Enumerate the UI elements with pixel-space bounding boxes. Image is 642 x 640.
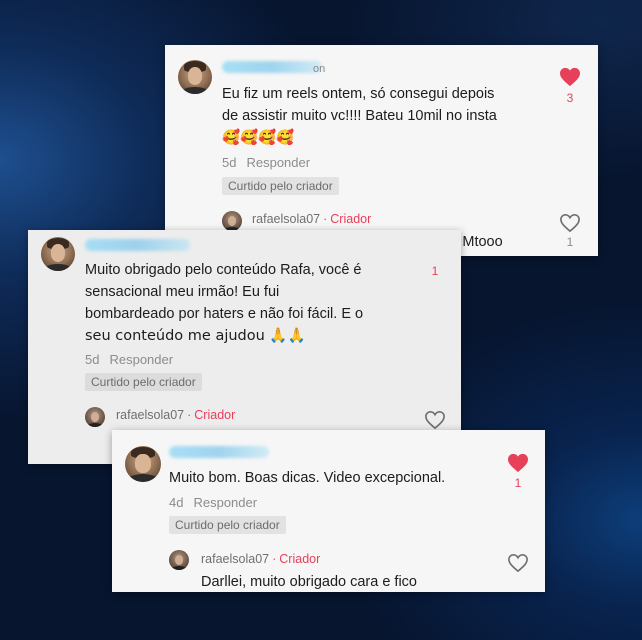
separator-dot: · [187, 408, 192, 422]
creator-badge: Criador [279, 552, 321, 566]
heart-filled-icon[interactable] [559, 67, 581, 87]
like-count: 3 [566, 91, 574, 105]
comment-time: 5d [85, 352, 100, 367]
reply-button[interactable]: Responder [246, 155, 310, 170]
reply-button[interactable]: Responder [109, 352, 173, 367]
comment-text: Muito bom. Boas dicas. Video excepcional… [169, 470, 446, 486]
comment-text: Eu fiz um reels ontem, só consegui depoi… [222, 83, 497, 149]
comment-card-2: Muito obrigado pelo conteúdo Rafa, você … [28, 230, 461, 464]
comment-time: 4d [169, 495, 184, 510]
avatar[interactable] [41, 237, 75, 271]
liked-by-creator-badge: Curtido pelo criador [222, 177, 339, 195]
comment-meta: 5d Responder [85, 352, 173, 367]
like-count: 1 [514, 476, 522, 490]
separator-dot: · [272, 552, 277, 566]
creator-avatar[interactable] [169, 550, 189, 570]
comment-meta: 4d Responder [169, 495, 257, 510]
blurred-username [85, 239, 190, 251]
blurred-username [169, 446, 269, 458]
heart-outline-icon[interactable] [507, 553, 529, 573]
creator-name-line: rafaelsola07 · Criador [252, 212, 371, 226]
creator-avatar[interactable] [222, 211, 242, 231]
creator-username[interactable]: rafaelsola07 [252, 212, 320, 226]
liked-by-creator-badge: Curtido pelo criador [85, 373, 202, 391]
reply-button[interactable]: Responder [193, 495, 257, 510]
creator-avatar[interactable] [85, 407, 105, 427]
liked-by-creator-badge: Curtido pelo criador [169, 516, 286, 534]
emoji-line: 🥰🥰🥰🥰 [222, 130, 295, 146]
blurred-username [222, 61, 322, 73]
avatar[interactable] [178, 60, 212, 94]
creator-badge: Criador [194, 408, 236, 422]
comment-meta: 5d Responder [222, 155, 310, 170]
username-suffix: on [313, 63, 326, 75]
comment-text: Muito obrigado pelo conteúdo Rafa, você … [85, 262, 364, 344]
creator-reply-text: Darllei, muito obrigado cara e fico [201, 574, 417, 590]
comment-card-1: on Eu fiz um reels ontem, só consegui de… [165, 45, 598, 256]
creator-username[interactable]: rafaelsola07 [201, 552, 269, 566]
comment-time: 5d [222, 155, 237, 170]
heart-outline-icon[interactable] [424, 410, 446, 430]
comment-card-3: Muito bom. Boas dicas. Video excepcional… [112, 430, 545, 592]
reply-like-count: 1 [566, 235, 574, 249]
heart-filled-icon[interactable] [507, 453, 529, 473]
creator-username[interactable]: rafaelsola07 [116, 408, 184, 422]
creator-name-line: rafaelsola07 · Criador [116, 408, 235, 422]
creator-name-line: rafaelsola07 · Criador [201, 552, 320, 566]
creator-badge: Criador [330, 212, 372, 226]
like-count: 1 [431, 264, 439, 278]
heart-outline-icon[interactable] [559, 213, 581, 233]
separator-dot: · [323, 212, 328, 226]
avatar[interactable] [125, 446, 161, 482]
